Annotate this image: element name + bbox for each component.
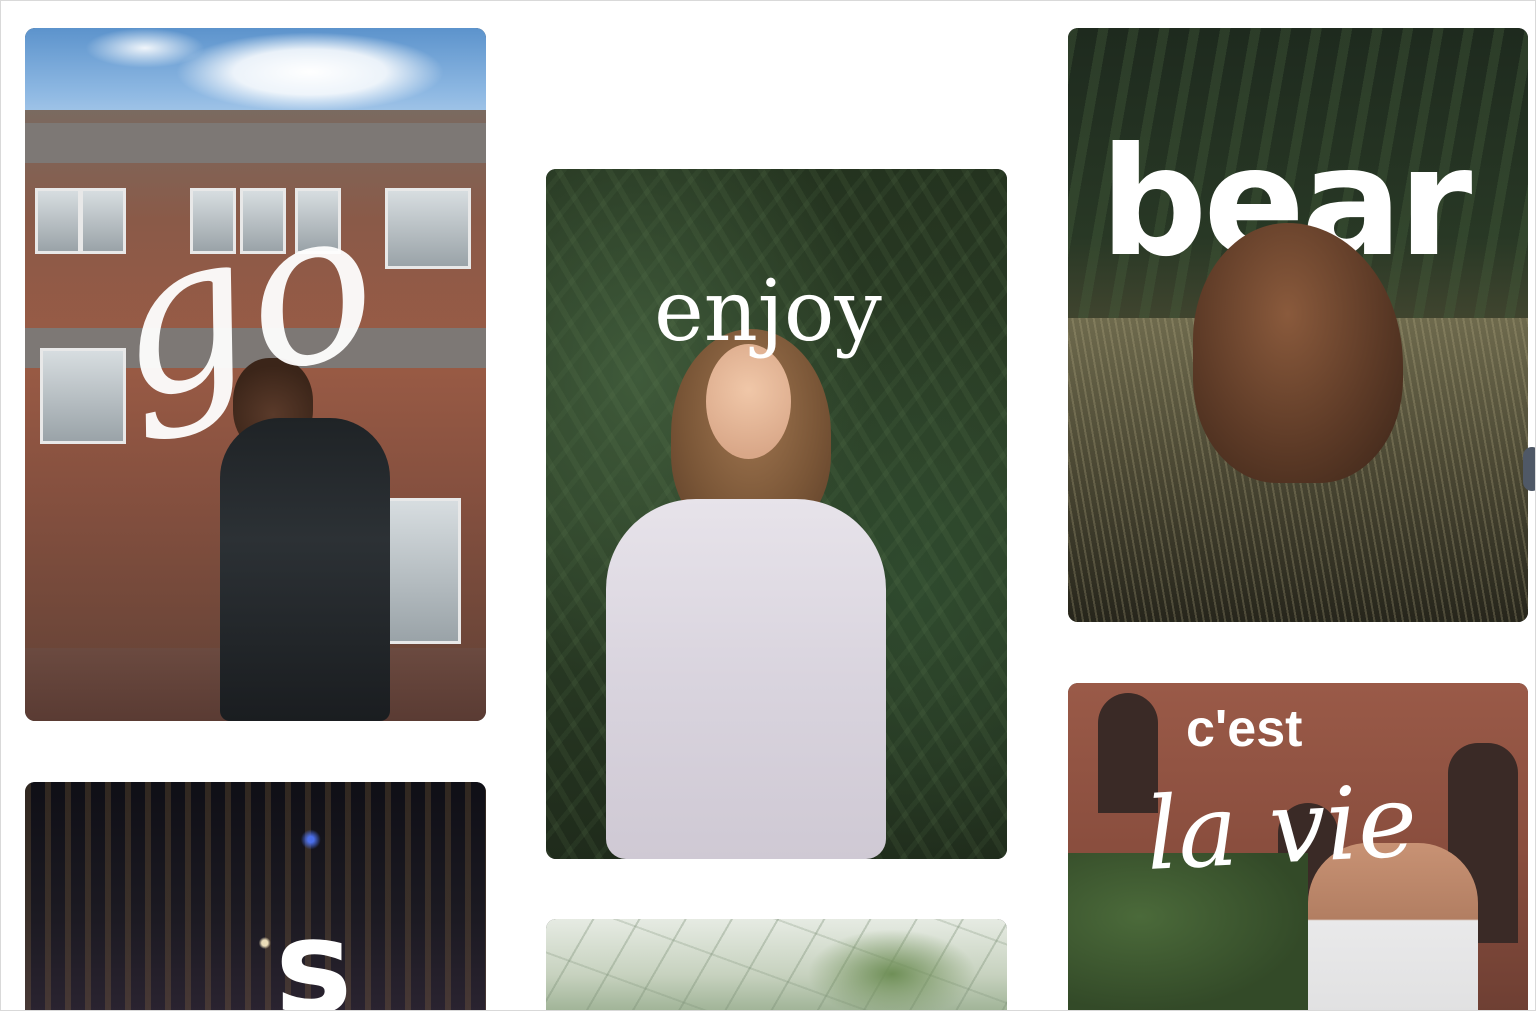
card-go[interactable]: go xyxy=(25,28,486,721)
card-bear[interactable]: bear xyxy=(1068,28,1528,622)
card-cest-la-vie[interactable]: c'est la vie xyxy=(1068,683,1528,1010)
card-night-city[interactable]: s xyxy=(25,782,486,1010)
card-enjoy[interactable]: enjoy xyxy=(546,169,1007,859)
card-greenhouse[interactable] xyxy=(546,919,1007,1010)
brick-street-photo xyxy=(1068,683,1528,1010)
night-city-photo xyxy=(25,782,486,1010)
scroll-handle[interactable] xyxy=(1523,447,1535,491)
foliage-photo xyxy=(546,169,1007,859)
street-photo xyxy=(25,28,486,721)
greenhouse-photo xyxy=(546,919,1007,1010)
gallery-page: go enjoy bear c'est la vie s xyxy=(0,0,1536,1011)
